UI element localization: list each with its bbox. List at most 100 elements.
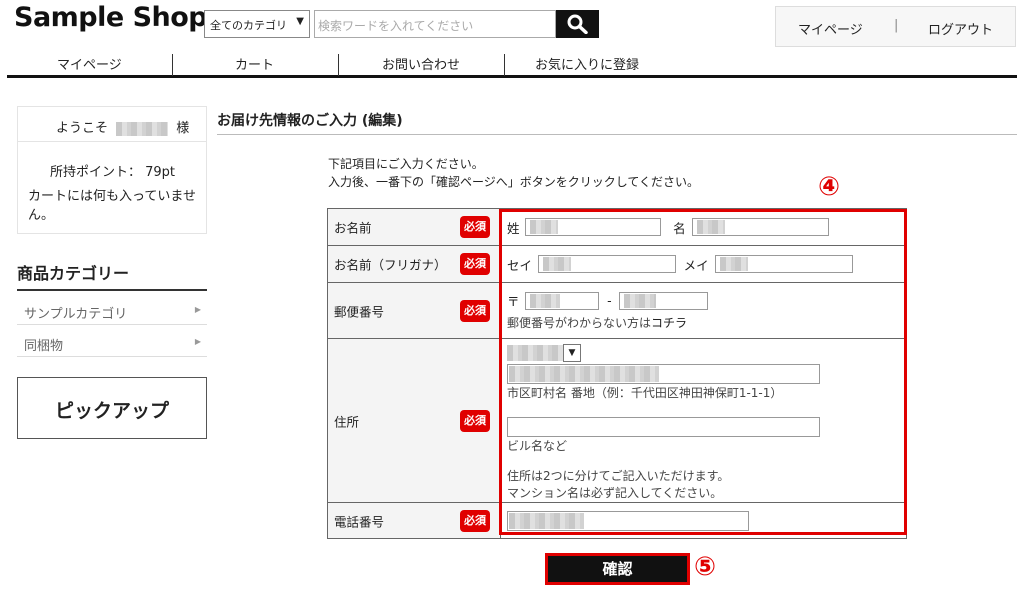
zip-first-input[interactable] [525, 291, 600, 310]
zip-second-input[interactable] [618, 291, 708, 310]
blurred-value [509, 366, 659, 382]
nav-divider [172, 54, 173, 76]
nav-item-contact[interactable]: お問い合わせ [382, 54, 460, 73]
delivery-form: お名前 必須 姓 名 お名前（フリガナ） 必須 セイ メイ 郵便番号 必須 〒 [327, 208, 907, 539]
blurred-value [719, 257, 748, 271]
instruction-line: 下記項目にご入力ください。 [328, 157, 484, 171]
blurred-value [530, 293, 561, 308]
shop-logo[interactable]: Sample Shop [14, 2, 208, 33]
blurred-username [116, 121, 169, 136]
zip-help-text: 郵便番号がわからない方は [507, 316, 652, 330]
field-label: お名前 [334, 220, 372, 236]
category-heading: 商品カテゴリー [17, 264, 130, 283]
required-badge: 必須 [460, 253, 490, 275]
address-line1-input[interactable] [507, 364, 820, 384]
form-instructions: 下記項目にご入力ください。 入力後、一番下の「確認ページへ」ボタンをクリックして… [328, 155, 699, 191]
category-label: サンプルカテゴリ [24, 307, 128, 322]
last-name-input[interactable] [525, 218, 662, 236]
account-separator: | [894, 18, 899, 33]
logout-link[interactable]: ログアウト [928, 19, 993, 38]
first-name-input[interactable] [691, 218, 829, 236]
field-label: 住所 [334, 414, 360, 429]
mei-kana-label: メイ [683, 257, 709, 273]
nav-divider [338, 54, 339, 76]
blurred-value [542, 257, 571, 271]
category-divider [17, 289, 207, 291]
address-note-line: 住所は2つに分けてご記入いただけます。 [507, 469, 730, 483]
category-item-sample[interactable]: サンプルカテゴリ ▶ [17, 294, 207, 325]
chevron-down-icon: ▼ [563, 344, 581, 362]
pickup-banner[interactable]: ピックアップ [17, 377, 207, 439]
phone-input[interactable] [507, 510, 749, 531]
title-divider [217, 134, 1017, 135]
instruction-line: 入力後、一番下の「確認ページへ」ボタンをクリックしてください。 [328, 175, 700, 189]
search-input[interactable]: 検索ワードを入れてください [314, 10, 556, 38]
row-kana: お名前（フリガナ） 必須 セイ メイ [327, 245, 907, 283]
required-badge: 必須 [460, 216, 490, 238]
row-phone: 電話番号 必須 [327, 502, 907, 539]
sei-kana-label: セイ [507, 257, 533, 273]
field-label: お名前（フリガナ） [334, 257, 447, 273]
first-name-kana-input[interactable] [714, 255, 853, 273]
row-address: 住所 必須 ▼ 市区町村名 番地（例：千代田区神田神保町1-1-1） ビル名など… [327, 338, 907, 503]
address-hint2: ビル名など [507, 439, 568, 453]
page-title: お届け先情報のご入力 (編集) [217, 113, 403, 129]
field-cell: 〒 - 郵便番号がわからない方はコチラ [500, 282, 907, 339]
row-name: お名前 必須 姓 名 [327, 208, 907, 246]
required-badge: 必須 [460, 409, 490, 432]
confirm-button[interactable]: 確認 [545, 553, 690, 585]
sei-label: 姓 [507, 220, 520, 236]
welcome-prefix: ようこそ [56, 121, 109, 136]
address-hint1: 市区町村名 番地（例：千代田区神田神保町1-1-1） [507, 386, 783, 400]
chevron-right-icon: ▶ [194, 337, 201, 346]
category-item-bundle[interactable]: 同梱物 ▶ [17, 326, 207, 357]
label-cell: 電話番号 必須 [327, 502, 501, 539]
field-cell [500, 502, 907, 539]
blurred-value [530, 220, 559, 234]
category-select[interactable]: 全てのカテゴリ ▼ [204, 10, 310, 38]
global-nav: マイページ カート お問い合わせ お気に入りに登録 [7, 50, 1017, 78]
label-cell: お名前 必須 [327, 208, 501, 246]
field-cell: ▼ 市区町村名 番地（例：千代田区神田神保町1-1-1） ビル名など 住所は2つ… [500, 338, 907, 503]
chevron-right-icon: ▶ [194, 305, 201, 314]
welcome-suffix: 様 [176, 121, 190, 136]
field-label: 電話番号 [334, 514, 385, 529]
step-5-marker: ⑤ [694, 552, 717, 582]
search-button[interactable] [556, 10, 599, 38]
label-cell: 住所 必須 [327, 338, 501, 503]
zip-dash: - [607, 293, 612, 308]
chevron-down-icon: ▼ [296, 16, 304, 27]
account-mypage-link[interactable]: マイページ [798, 19, 863, 38]
nav-item-cart[interactable]: カート [235, 54, 274, 73]
step-4-marker: ④ [818, 172, 841, 202]
nav-item-mypage[interactable]: マイページ [57, 54, 122, 73]
label-cell: お名前（フリガナ） 必須 [327, 245, 501, 283]
zip-help: 郵便番号がわからない方はコチラ [507, 314, 900, 331]
points-balance: 所持ポイント： 79pt [50, 165, 176, 180]
required-badge: 必須 [460, 509, 490, 532]
nav-divider [504, 54, 505, 76]
account-box: マイページ | ログアウト [775, 6, 1016, 47]
welcome-box: ようこそ 様 所持ポイント： 79pt カートには何も入っていません。 [17, 106, 207, 234]
mei-label: 名 [673, 220, 686, 236]
blurred-value [696, 220, 725, 234]
nav-item-favorite[interactable]: お気に入りに登録 [535, 54, 639, 73]
blurred-value [507, 345, 563, 361]
label-cell: 郵便番号 必須 [327, 282, 501, 339]
last-name-kana-input[interactable] [537, 255, 676, 273]
zip-lookup-link[interactable]: コチラ [651, 316, 687, 330]
postal-mark: 〒 [507, 294, 520, 309]
prefecture-select[interactable]: ▼ [507, 344, 900, 362]
blurred-value [623, 293, 656, 308]
address-line2-input[interactable] [507, 417, 820, 437]
field-cell: セイ メイ [500, 245, 907, 283]
field-cell: 姓 名 [500, 208, 907, 246]
cart-status: カートには何も入っていません。 [28, 189, 196, 223]
field-label: 郵便番号 [334, 304, 385, 319]
address-note-line: マンション名は必ず記入してください。 [507, 486, 723, 500]
category-label: 同梱物 [24, 339, 64, 354]
category-select-value: 全てのカテゴリ [210, 19, 287, 32]
welcome-message: ようこそ 様 [18, 107, 206, 142]
required-badge: 必須 [460, 299, 490, 322]
search-icon [567, 14, 588, 34]
